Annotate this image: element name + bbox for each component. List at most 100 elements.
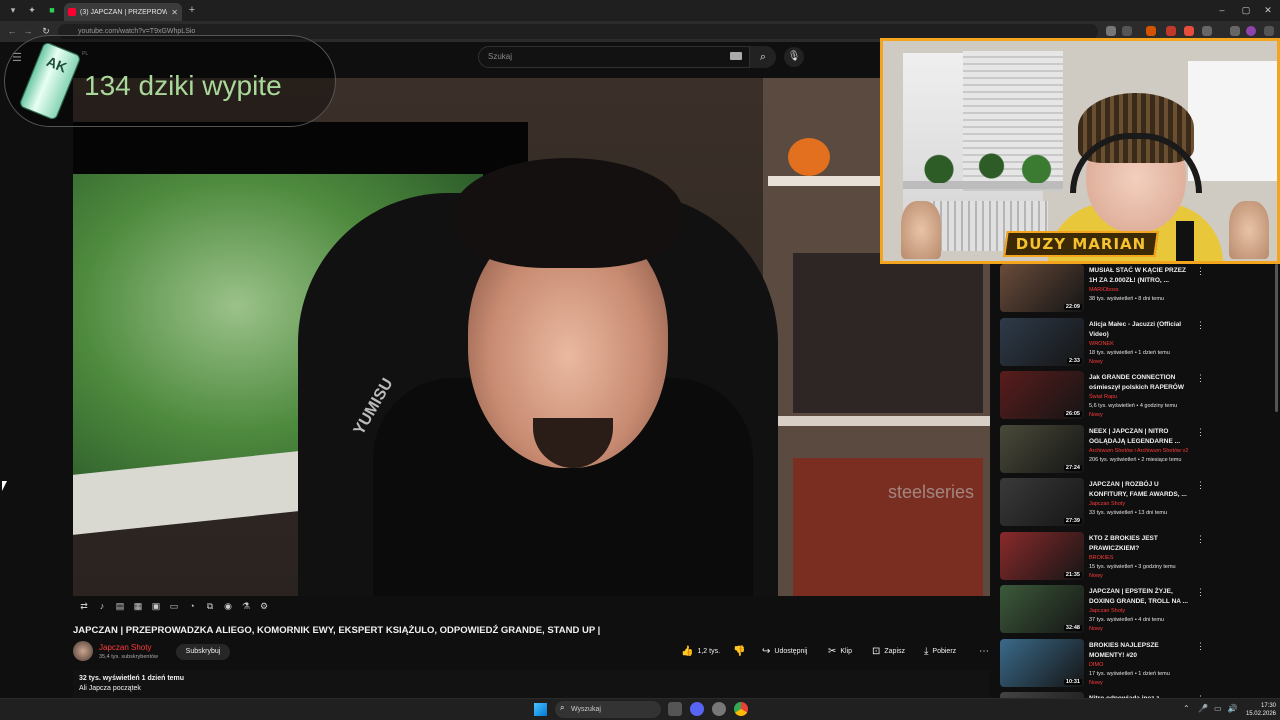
miniplayer-icon[interactable]: ▣ xyxy=(150,600,162,612)
recommended-title[interactable]: MUSIAŁ STAĆ W KĄCIE PRZEZ 1H ZA 2.000ZŁ!… xyxy=(1089,266,1189,286)
recommended-title[interactable]: KTO Z BROKIES JEST PRAWICZKIEM? xyxy=(1089,534,1189,554)
chrome-icon[interactable] xyxy=(734,702,748,716)
minimize-icon[interactable]: – xyxy=(1214,3,1230,17)
description-box[interactable] xyxy=(73,670,990,698)
discord-icon[interactable] xyxy=(690,702,704,716)
video-thumbnail[interactable]: 22:09 xyxy=(1000,264,1084,312)
recommended-video[interactable]: 21:35 KTO Z BROKIES JEST PRAWICZKIEM? BROK… xyxy=(1000,531,1270,584)
video-thumbnail[interactable]: 32:48 xyxy=(1000,585,1084,633)
video-thumbnail[interactable]: 2:33 xyxy=(1000,317,1084,366)
recommended-channel[interactable]: Archiwum Shotów i Archiwum Shotów v2 xyxy=(1089,448,1188,454)
system-tray[interactable]: 🎤 ▭ 🔊 xyxy=(1198,704,1238,713)
save-button[interactable]: ⊡ Zapisz xyxy=(872,643,905,661)
search-input[interactable]: Szukaj xyxy=(478,46,750,68)
recommended-video[interactable]: 32:48 JAPCZAN | EPSTEIN ŻYJE, DOXING GRAN… xyxy=(1000,585,1270,637)
close-tab-icon[interactable]: ✕ xyxy=(171,8,178,17)
extension-icon[interactable]: ✦ xyxy=(27,5,37,15)
screenshot-icon[interactable]: ◉ xyxy=(222,600,234,612)
video-thumbnail[interactable]: 21:35 xyxy=(1000,531,1084,580)
video-thumbnail[interactable]: 27:24 xyxy=(1000,424,1084,473)
file-explorer-icon[interactable] xyxy=(668,702,682,716)
video-thumbnail[interactable]: 10:31 xyxy=(1000,638,1084,687)
recommended-video[interactable]: 2:33 Alicja Małec - Jacuzzi (Official Vid… xyxy=(1000,317,1270,370)
extensions-puzzle-icon[interactable] xyxy=(1202,26,1212,36)
kick-icon[interactable]: ■ xyxy=(47,5,57,15)
subtitles-icon[interactable]: ▤ xyxy=(114,600,126,612)
dislike-button[interactable]: 👎 xyxy=(733,643,745,661)
profile-avatar[interactable] xyxy=(1246,26,1256,36)
close-window-icon[interactable]: ✕ xyxy=(1260,3,1276,17)
audio-icon[interactable]: ♪ xyxy=(96,600,108,612)
windows-start-icon[interactable] xyxy=(534,703,547,716)
subscribe-button[interactable]: Subskrybuj xyxy=(176,644,230,660)
cast-icon[interactable] xyxy=(1106,26,1116,36)
chevron-up-icon[interactable]: ⌃ xyxy=(1183,704,1190,713)
recommended-channel[interactable]: WRONEK xyxy=(1089,341,1114,347)
more-actions-button[interactable]: ⋯ xyxy=(979,643,989,661)
search-button[interactable]: ⌕ xyxy=(750,46,776,68)
recommended-video[interactable]: 10:31 BROKIES NAJLEPSZE MOMENTY! #20 DIMO 1… xyxy=(1000,638,1270,691)
speed-icon[interactable]: ◔ xyxy=(186,600,198,612)
share-button[interactable]: ↪ Udostępnij xyxy=(762,643,807,661)
video-thumbnail[interactable]: 26:05 xyxy=(1000,371,1084,419)
recommended-channel[interactable]: Japczan Shoty xyxy=(1089,608,1125,614)
recommended-meta: 18 tys. wyświetleń • 1 dzień temu xyxy=(1089,349,1170,356)
recommended-title[interactable]: JAPCZAN | EPSTEIN ŻYJE, DOXING GRANDE, T… xyxy=(1089,587,1189,607)
more-vert-icon[interactable]: ⋮ xyxy=(1196,480,1205,491)
tab-youtube[interactable]: (3) JAPCZAN | PRZEPROWA... ✕ xyxy=(64,3,182,21)
loop-icon[interactable]: ⇄ xyxy=(78,600,90,612)
recommended-channel[interactable]: DIMO xyxy=(1089,662,1103,668)
recommended-video[interactable]: 27:24 NEEX | JAPCZAN | NITRO OGLĄDAJĄ LEG… xyxy=(1000,424,1270,477)
more-vert-icon[interactable]: ⋮ xyxy=(1196,266,1205,277)
obs-icon[interactable] xyxy=(712,702,726,716)
like-button[interactable]: 👍 1,2 tys. xyxy=(681,643,720,661)
new-tab-icon[interactable]: + xyxy=(187,5,197,16)
chapters-icon[interactable]: ▦ xyxy=(132,600,144,612)
video-thumbnail[interactable]: 27:39 xyxy=(1000,478,1084,526)
more-vert-icon[interactable]: ⋮ xyxy=(1196,534,1205,545)
channel-avatar[interactable] xyxy=(73,641,93,661)
recommended-channel[interactable]: Japczan Shoty xyxy=(1089,501,1125,507)
extension-orange-icon[interactable] xyxy=(1146,26,1156,36)
more-vert-icon[interactable]: ⋮ xyxy=(1196,587,1205,598)
tab-list-icon[interactable]: ▾ xyxy=(8,5,18,15)
taskbar-clock[interactable]: 17:30 15.02.2026 xyxy=(1236,702,1276,718)
more-vert-icon[interactable]: ⋮ xyxy=(1196,320,1205,331)
pip-icon[interactable]: ⧉ xyxy=(204,600,216,612)
scrollbar[interactable] xyxy=(1275,264,1278,412)
bookmark-star-icon[interactable] xyxy=(1122,26,1132,36)
video-player[interactable]: steelseries YUMISU xyxy=(73,78,990,596)
keyboard-icon[interactable] xyxy=(730,52,742,60)
theater-icon[interactable]: ▭ xyxy=(168,600,180,612)
recommended-title[interactable]: JAPCZAN | ROZBÓJ U KONFITURY, FAME AWARD… xyxy=(1089,480,1189,500)
taskbar-search[interactable]: Wyszukaj xyxy=(555,701,661,718)
recommended-title[interactable]: BROKIES NAJLEPSZE MOMENTY! #20 xyxy=(1089,641,1189,661)
recommended-video[interactable]: 27:39 JAPCZAN | ROZBÓJ U KONFITURY, FAME … xyxy=(1000,478,1270,530)
channel-name[interactable]: Japczan Shoty xyxy=(99,643,151,652)
browser-menu-icon[interactable] xyxy=(1264,26,1274,36)
clip-button[interactable]: ✂ Klip xyxy=(828,643,852,661)
recommended-video[interactable]: 22:09 MUSIAŁ STAĆ W KĄCIE PRZEZ 1H ZA 2.0… xyxy=(1000,264,1270,316)
flask-icon[interactable]: ⚗ xyxy=(240,600,252,612)
more-vert-icon[interactable]: ⋮ xyxy=(1196,641,1205,652)
back-icon[interactable]: ← xyxy=(6,25,18,37)
extension-pen-icon[interactable] xyxy=(1184,26,1194,36)
menu-list-icon[interactable] xyxy=(1230,26,1240,36)
extension-red-icon[interactable] xyxy=(1166,26,1176,36)
recommended-channel[interactable]: Świat Rapu xyxy=(1089,394,1117,400)
recommended-title[interactable]: Jak GRANDE CONNECTION ośmieszył polskich… xyxy=(1089,373,1189,393)
recommended-channel[interactable]: BROKIES xyxy=(1089,555,1113,561)
settings-gear-icon[interactable]: ⚙ xyxy=(258,600,270,612)
more-vert-icon[interactable]: ⋮ xyxy=(1196,373,1205,384)
recommended-channel[interactable]: MARIOboss xyxy=(1089,287,1119,293)
recommended-title[interactable]: NEEX | JAPCZAN | NITRO OGLĄDAJĄ LEGENDAR… xyxy=(1089,427,1189,447)
forward-icon[interactable]: → xyxy=(22,25,34,37)
more-vert-icon[interactable]: ⋮ xyxy=(1196,427,1205,438)
download-button[interactable]: ⤓ Pobierz xyxy=(924,643,956,661)
recommended-title[interactable]: Alicja Małec - Jacuzzi (Official Video) xyxy=(1089,320,1189,340)
microphone xyxy=(1176,221,1194,261)
recommended-video[interactable]: 26:05 Jak GRANDE CONNECTION ośmieszył pol… xyxy=(1000,371,1270,423)
voice-search-button[interactable]: 🎙 xyxy=(784,47,804,67)
streamer-webcam: DUZY MARIAN xyxy=(880,38,1280,264)
maximize-icon[interactable]: ▢ xyxy=(1238,3,1254,17)
